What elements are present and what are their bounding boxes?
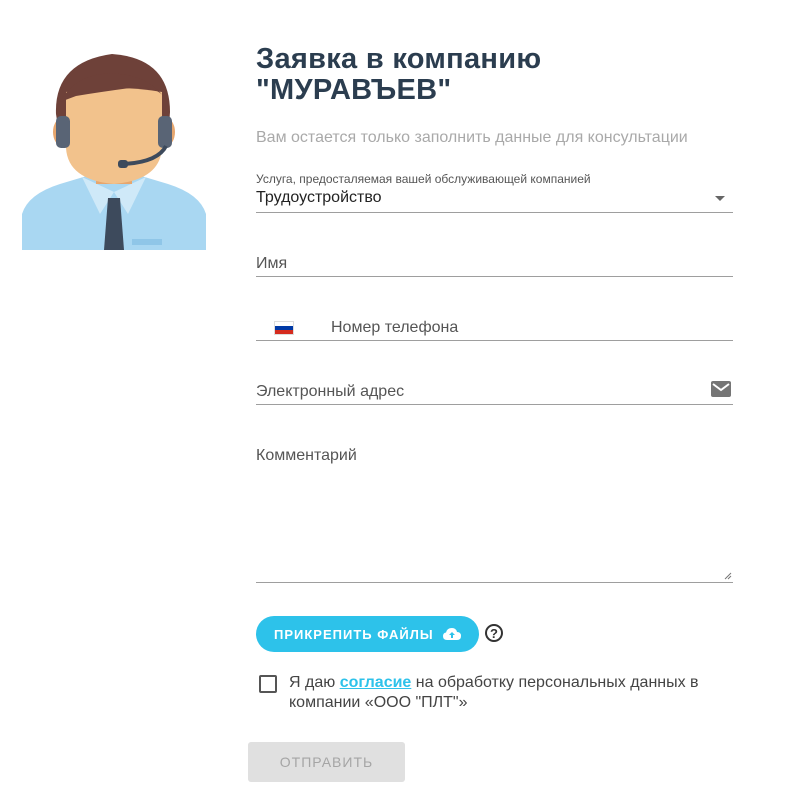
consent-text: Я даю согласие на обработку персональных…	[289, 673, 719, 713]
consent-link[interactable]: согласие	[340, 674, 412, 691]
field-underline	[256, 340, 733, 341]
attach-files-button[interactable]: ПРИКРЕПИТЬ ФАЙЛЫ	[256, 616, 479, 652]
email-placeholder: Электронный адрес	[256, 383, 405, 400]
resize-handle-icon[interactable]	[724, 572, 732, 580]
field-underline	[256, 582, 733, 583]
service-select[interactable]: Услуга, предосталяемая вашей обслуживающ…	[256, 170, 733, 213]
mail-icon	[711, 381, 731, 397]
email-field[interactable]: Электронный адрес	[256, 374, 733, 405]
title-line-1: Заявка в компанию	[256, 43, 542, 75]
phone-field[interactable]: Номер телефона	[256, 310, 733, 341]
comment-placeholder: Комментарий	[256, 447, 357, 464]
page-title: Заявка в компанию "МУРАВЪЕВ"	[256, 44, 756, 106]
service-value: Трудоустройство	[256, 189, 382, 206]
help-icon[interactable]: ?	[485, 624, 503, 642]
name-field[interactable]: Имя	[256, 246, 733, 277]
field-underline	[256, 404, 733, 405]
phone-placeholder: Номер телефона	[331, 319, 459, 336]
field-underline	[256, 212, 733, 213]
comment-textarea[interactable]: Комментарий	[256, 438, 733, 583]
title-line-2: "МУРАВЪЕВ"	[256, 74, 452, 106]
field-underline	[256, 276, 733, 277]
attach-label: ПРИКРЕПИТЬ ФАЙЛЫ	[274, 626, 434, 642]
consent-before: Я даю	[289, 674, 340, 691]
submit-button[interactable]: ОТПРАВИТЬ	[248, 742, 405, 782]
operator-avatar	[22, 54, 206, 250]
dropdown-caret-icon	[715, 196, 725, 201]
service-label: Услуга, предосталяемая вашей обслуживающ…	[256, 172, 591, 186]
name-placeholder: Имя	[256, 255, 288, 272]
consent-checkbox[interactable]	[259, 675, 277, 693]
russia-flag-icon[interactable]	[274, 321, 294, 335]
subtitle: Вам остается только заполнить данные для…	[256, 129, 688, 146]
cloud-upload-icon	[442, 628, 461, 640]
